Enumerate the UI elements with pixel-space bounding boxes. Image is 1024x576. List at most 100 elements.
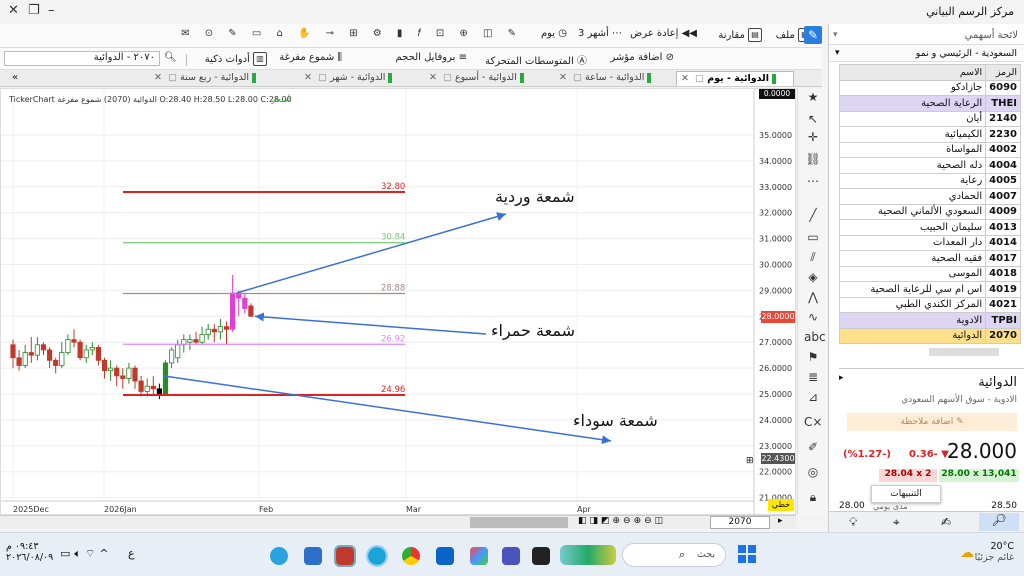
restore-icon[interactable]: ❐ (28, 3, 40, 18)
hide-icon[interactable]: ◎ (804, 463, 822, 481)
watchlist-row[interactable]: دله الصحية 4004 (838, 157, 1021, 174)
weather-widget[interactable]: 20°C غائم جزئيًا (975, 541, 1014, 563)
app-terminal-icon[interactable] (532, 547, 550, 565)
scroll-tabs-icon[interactable]: « (8, 71, 22, 86)
rectangle-icon[interactable]: ▭ (804, 228, 822, 246)
close-tab-icon[interactable]: ✕ (681, 73, 689, 84)
close-icon[interactable]: ✕ (8, 3, 19, 18)
expand-icon[interactable]: ▸ (839, 373, 844, 383)
app-teams-icon[interactable] (502, 547, 520, 565)
watchlist-row[interactable]: جازادكو 6090 (838, 79, 1021, 96)
app-edge-icon[interactable] (366, 545, 388, 567)
symbol-code-field[interactable]: 2070 (710, 516, 770, 529)
app-telegram-icon[interactable] (270, 547, 288, 565)
clock[interactable]: ٠٩:٤٣ م ٢٠٢٦/٠٨/٠٩ (6, 541, 53, 563)
crosshair-icon[interactable]: ✛ (804, 128, 822, 146)
replay-button[interactable]: إعادة عرض ◀◀ (630, 28, 697, 39)
tab-hourly[interactable]: ✕ ▢ الدوائية - ساعة (555, 71, 673, 86)
compare-button[interactable]: مقارنة ▤ (718, 28, 762, 42)
period-button[interactable]: 3 أشهر ⋯ (578, 28, 622, 39)
watchlist-row[interactable]: دار المعدات 4014 (838, 234, 1021, 251)
star-icon[interactable]: ★ (804, 88, 822, 106)
app-chrome-icon[interactable] (402, 547, 420, 565)
system-tray-icons[interactable]: ▭🔈︎⌔^ (60, 547, 113, 561)
delete-icon[interactable]: C× (804, 413, 822, 431)
drawing-tools[interactable]: ✉ ⊙ ✎ ▭ ⌂ ✋ ⊸ ⊞ ⚙ ▮ 𝑓 ⊡ ⊕ ◫ ✎ (181, 28, 522, 39)
tab-monthly[interactable]: ✕ ▢ الدوائية - شهر (300, 71, 422, 86)
watchlist-row[interactable]: الدوائية 2070 (838, 327, 1021, 344)
pen-icon[interactable]: ✍ (941, 515, 951, 529)
add-indicator-button[interactable]: اضافة مؤشر ⊘ (610, 52, 674, 63)
trendline-icon[interactable]: ╱ (804, 206, 822, 224)
moving-averages-button[interactable]: المتوسطات المتحركة Ⓐ (485, 52, 587, 67)
pattern-icon[interactable]: ◈ (804, 268, 822, 286)
chart-area[interactable]: 32.80 30.84 28.88 26.92 24.96 35.0000 34.0000… (0, 88, 797, 516)
search-box[interactable]: بحث ⌕ (622, 543, 726, 567)
link-icon[interactable]: ⛓ (804, 150, 822, 168)
cursor-icon[interactable]: ↖ (804, 110, 822, 128)
watchlist-dropdown-icon[interactable]: ▾ (833, 30, 838, 40)
watchlist-row[interactable]: الكيميائية 2230 (838, 126, 1021, 143)
fib-level-label: 28.88 (381, 284, 405, 294)
fibonacci-icon[interactable]: ≣ (804, 368, 822, 386)
tab-daily[interactable]: ✕ ▢ الدوائية - يوم (676, 71, 794, 86)
widget-image[interactable] (560, 545, 616, 565)
watchlist-row[interactable]: فقيه الصحية 4017 (838, 250, 1021, 267)
watchlist-row[interactable]: أيان 2140 (838, 110, 1021, 127)
col-name[interactable]: الاسم (838, 64, 987, 81)
zoom-controls[interactable]: ◧◨◩⊕⊖⊕⊖◫ (578, 516, 666, 526)
volume-profile-button[interactable]: بروفايل الحجم ≡ (396, 52, 467, 63)
watchlist-row[interactable]: المركز الكندي الطبي 4021 (838, 296, 1021, 313)
last-price-badge: 28.0000 (761, 311, 795, 323)
scrollbar-thumb[interactable] (470, 517, 568, 528)
symbol-input[interactable]: ٢٠٧٠ - الدوائية (4, 51, 160, 66)
hollow-candles-button[interactable]: شموع مفرغة ⫼ (279, 52, 342, 63)
language-indicator[interactable]: ع (128, 547, 135, 560)
start-icon[interactable] (738, 545, 756, 563)
watchlist-row[interactable]: الرعاية الصحية THEI (838, 95, 1021, 112)
watchlist-row[interactable]: الحمادي 4007 (838, 188, 1021, 205)
app-store-icon[interactable] (304, 547, 322, 565)
watchlist-title[interactable]: لائحة أسهمي (965, 30, 1018, 41)
watchlist-row[interactable]: رعاية 4005 (838, 172, 1021, 189)
flag-icon[interactable]: ⚑ (804, 348, 822, 366)
panel-scrollbar[interactable] (929, 348, 999, 356)
tab-weekly[interactable]: ✕ ▢ الدوائية - أسبوع (425, 71, 551, 86)
smart-tools-button[interactable]: أدوات ذكية ▥ (205, 52, 267, 66)
crosshair-add-icon[interactable]: ⊞ (746, 456, 754, 466)
search-panel-icon[interactable]: 🔎︎ (979, 513, 1019, 531)
channel-icon[interactable]: ⫽ (804, 248, 822, 266)
search-icon[interactable]: 🔍︎ (164, 52, 177, 63)
hline-icon[interactable]: ⋯ (804, 172, 822, 190)
market-selector[interactable]: السعودية - الرئيسي و نمو ▾ (829, 44, 1024, 62)
bulb-icon[interactable]: 💡︎ (849, 515, 857, 530)
text-icon[interactable]: abc (804, 328, 826, 346)
zigzag-icon[interactable]: ⋀ (804, 288, 822, 306)
tab-quarterly[interactable]: ✕ ▢ الدوائية - ربع سنة (150, 71, 290, 86)
app-outlook-icon[interactable] (436, 547, 454, 565)
edit-icon[interactable]: ✎ (804, 26, 822, 44)
app-tickerchart-icon[interactable] (334, 545, 356, 567)
watchlist-row[interactable]: الموسى 4018 (838, 265, 1021, 282)
lock-icon[interactable]: 🔒︎ (804, 488, 822, 506)
brush-icon[interactable]: ✐ (804, 438, 822, 456)
add-note-button[interactable]: اضافة ملاحظة ✎ (847, 413, 1017, 431)
watchlist-row[interactable]: سليمان الحبيب 4013 (838, 219, 1021, 236)
watchlist-row[interactable]: الادوية TPBI (838, 312, 1021, 329)
wave-icon[interactable]: ∿ (804, 308, 822, 326)
row-symbol: 4017 (985, 250, 1021, 267)
ruler-icon[interactable]: ⊿ (804, 388, 822, 406)
linear-scale-toggle[interactable]: خطي (768, 499, 794, 511)
watchlist-row[interactable]: السعودي الألماني الصحية 4009 (838, 203, 1021, 220)
interval-button[interactable]: يوم ◷ (541, 28, 567, 39)
row-name: الرعاية الصحية (838, 95, 987, 112)
row-name: الادوية (838, 312, 987, 329)
col-symbol[interactable]: الرمز (985, 64, 1021, 81)
watchlist-row[interactable]: اس ام سي للرعاية الصحية 4019 (838, 281, 1021, 298)
alerts-icon[interactable]: ⌖ (893, 515, 900, 530)
minimize-icon[interactable]: – (48, 3, 55, 18)
watchlist-row[interactable]: المواساة 4002 (838, 141, 1021, 158)
app-copilot-icon[interactable] (470, 547, 488, 565)
candlestick-chart[interactable]: 32.80 30.84 28.88 26.92 24.96 35.0000 34.0000… (1, 89, 797, 516)
nav-next-icon[interactable]: ▸ (778, 516, 783, 526)
